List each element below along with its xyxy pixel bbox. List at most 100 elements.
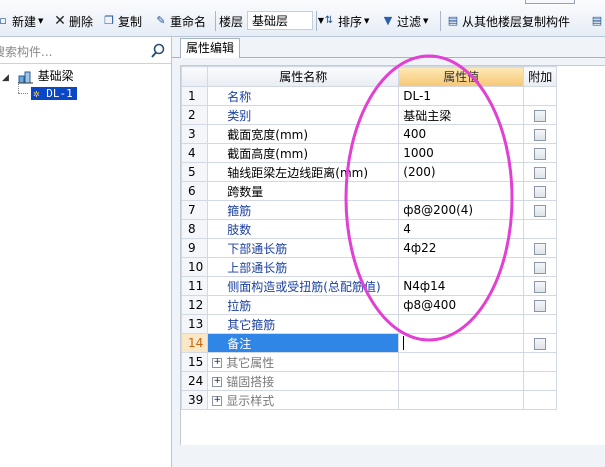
new-button[interactable]: ▫ 新建 ▼ — [0, 12, 43, 30]
property-value-cell[interactable] — [398, 333, 525, 353]
table-row[interactable]: 24 + 锚固搭接 — [180, 371, 558, 391]
property-value-cell[interactable]: ф8@200(4) — [398, 200, 525, 220]
property-value-cell[interactable]: 400 — [398, 124, 525, 144]
search-icon[interactable] — [149, 42, 167, 60]
table-row[interactable]: 14 备注 — [180, 333, 558, 353]
property-name-cell[interactable]: 轴线距梁左边线距离(mm) — [207, 162, 400, 182]
filter-button[interactable]: ▼ 过滤 ▼ — [381, 12, 429, 30]
property-name-cell[interactable]: 下部通长筋 — [207, 238, 400, 258]
property-value-cell[interactable]: DL-1 — [398, 86, 525, 106]
property-value-cell[interactable] — [398, 314, 525, 334]
property-name-cell[interactable]: 肢数 — [207, 219, 400, 239]
extra-cell — [523, 162, 558, 182]
property-name-cell[interactable]: 截面高度(mm) — [207, 143, 400, 163]
delete-icon: ✕ — [54, 13, 66, 29]
extra-checkbox[interactable] — [534, 204, 547, 217]
property-name-cell[interactable]: + 锚固搭接 — [207, 371, 400, 391]
extra-checkbox[interactable] — [534, 128, 547, 141]
extra-checkbox[interactable] — [534, 299, 547, 312]
rename-button[interactable]: ✎ 重命名 — [154, 12, 206, 30]
expand-icon[interactable]: + — [212, 396, 223, 406]
property-name-cell[interactable]: 类别 — [207, 105, 400, 125]
property-name-cell[interactable]: + 显示样式 — [207, 390, 400, 410]
table-row[interactable]: 2 类别 基础主梁 — [180, 105, 558, 125]
property-name-cell[interactable]: 其它箍筋 — [207, 314, 400, 334]
column-header-extra[interactable]: 附加 — [523, 66, 558, 87]
property-value-cell[interactable]: 4ф22 — [398, 238, 525, 258]
expand-icon[interactable]: + — [212, 358, 223, 368]
table-row[interactable]: 3 截面宽度(mm) 400 — [180, 124, 558, 144]
property-table: 属性名称 属性值 附加 1 名称 DL-1 2 类别 基础主梁 3 截面宽度(mm) 400 4 截… — [180, 66, 558, 410]
extra-checkbox[interactable] — [534, 185, 547, 198]
extra-checkbox[interactable] — [534, 147, 547, 160]
property-name-cell[interactable]: 截面宽度(mm) — [207, 124, 400, 144]
column-header-value[interactable]: 属性值 — [398, 66, 525, 87]
property-name-cell[interactable]: + 其它属性 — [207, 352, 400, 372]
property-value-cell[interactable]: N4ф14 — [398, 276, 525, 296]
property-name-cell[interactable]: 跨数量 — [207, 181, 400, 201]
property-value-cell[interactable]: (200) — [398, 162, 525, 182]
property-name-cell[interactable]: 上部通长筋 — [207, 257, 400, 277]
property-name-label: 侧面构造或受扭筋(总配筋值) — [227, 279, 381, 294]
extra-checkbox[interactable] — [534, 109, 547, 122]
property-value-cell — [398, 352, 525, 372]
property-value-cell[interactable]: ф8@400 — [398, 295, 525, 315]
extra-cell — [523, 295, 558, 315]
table-row[interactable]: 39 + 显示样式 — [180, 390, 558, 410]
more-toolbar-button[interactable]: ▤ — [590, 12, 604, 30]
property-name-cell[interactable]: 拉筋 — [207, 295, 400, 315]
table-row[interactable]: 7 箍筋 ф8@200(4) — [180, 200, 558, 220]
property-value-text: DL-1 — [403, 89, 431, 103]
row-number: 1 — [180, 86, 209, 106]
sort-button[interactable]: ⇅ 排序 ▼ — [322, 12, 370, 30]
table-row[interactable]: 12 拉筋 ф8@400 — [180, 295, 558, 315]
tree-selected-item[interactable]: ✲ DL-1 — [31, 87, 77, 100]
table-row[interactable]: 15 + 其它属性 — [180, 352, 558, 372]
property-value-text: 4ф22 — [403, 241, 437, 255]
property-name-cell[interactable]: 侧面构造或受扭筋(总配筋值) — [207, 276, 400, 296]
property-value-cell[interactable] — [398, 181, 525, 201]
copy-from-floor-button[interactable]: ▤ 从其他楼层复制构件 — [446, 12, 570, 30]
expand-icon[interactable]: + — [212, 377, 223, 387]
tree-node-root[interactable]: ◢ 基础梁 — [2, 68, 74, 84]
table-row[interactable]: 6 跨数量 — [180, 181, 558, 201]
extra-cell — [523, 219, 558, 239]
table-row[interactable]: 8 肢数 4 — [180, 219, 558, 239]
column-header-name[interactable]: 属性名称 — [207, 66, 400, 87]
delete-button[interactable]: ✕ 删除 — [53, 12, 93, 30]
table-row[interactable]: 5 轴线距梁左边线距离(mm) (200) — [180, 162, 558, 182]
search-input[interactable] — [0, 43, 133, 61]
extra-cell — [523, 276, 558, 296]
extra-checkbox[interactable] — [534, 242, 547, 255]
extra-checkbox[interactable] — [534, 337, 547, 350]
tree-node-dl1[interactable]: ✲ DL-1 — [31, 85, 77, 101]
property-value-cell[interactable]: 4 — [398, 219, 525, 239]
new-button-label: 新建 — [12, 14, 37, 29]
table-row[interactable]: 9 下部通长筋 4ф22 — [180, 238, 558, 258]
row-number: 8 — [180, 219, 209, 239]
property-grid: 属性名称 属性值 附加 1 名称 DL-1 2 类别 基础主梁 3 截面宽度(mm) 400 4 截… — [180, 65, 605, 445]
property-value-cell[interactable] — [398, 257, 525, 277]
table-row[interactable]: 13 其它箍筋 — [180, 314, 558, 334]
property-name-cell[interactable]: 箍筋 — [207, 200, 400, 220]
extra-checkbox[interactable] — [534, 166, 547, 179]
property-value-cell[interactable]: 基础主梁 — [398, 105, 525, 125]
property-value-text: 4 — [403, 222, 411, 236]
table-row[interactable]: 10 上部通长筋 — [180, 257, 558, 277]
tab-property-edit[interactable]: 属性编辑 — [180, 38, 240, 58]
tree-connector — [18, 93, 28, 94]
property-name-cell[interactable]: 名称 — [207, 86, 400, 106]
extra-checkbox[interactable] — [534, 261, 547, 274]
property-name-cell[interactable]: 备注 — [207, 333, 400, 353]
extra-checkbox[interactable] — [534, 280, 547, 293]
table-row[interactable]: 11 侧面构造或受扭筋(总配筋值) N4ф14 — [180, 276, 558, 296]
rename-button-label: 重命名 — [170, 14, 207, 29]
table-row[interactable]: 1 名称 DL-1 — [180, 86, 558, 106]
property-value-cell[interactable]: 1000 — [398, 143, 525, 163]
floor-select[interactable]: 基础层 ▼ — [247, 11, 324, 30]
collapse-icon[interactable]: ◢ — [2, 70, 14, 86]
table-row[interactable]: 4 截面高度(mm) 1000 — [180, 143, 558, 163]
copy-button[interactable]: ❐ 复制 — [102, 12, 142, 30]
copy-button-label: 复制 — [118, 14, 143, 29]
property-name-label: 下部通长筋 — [227, 241, 288, 256]
